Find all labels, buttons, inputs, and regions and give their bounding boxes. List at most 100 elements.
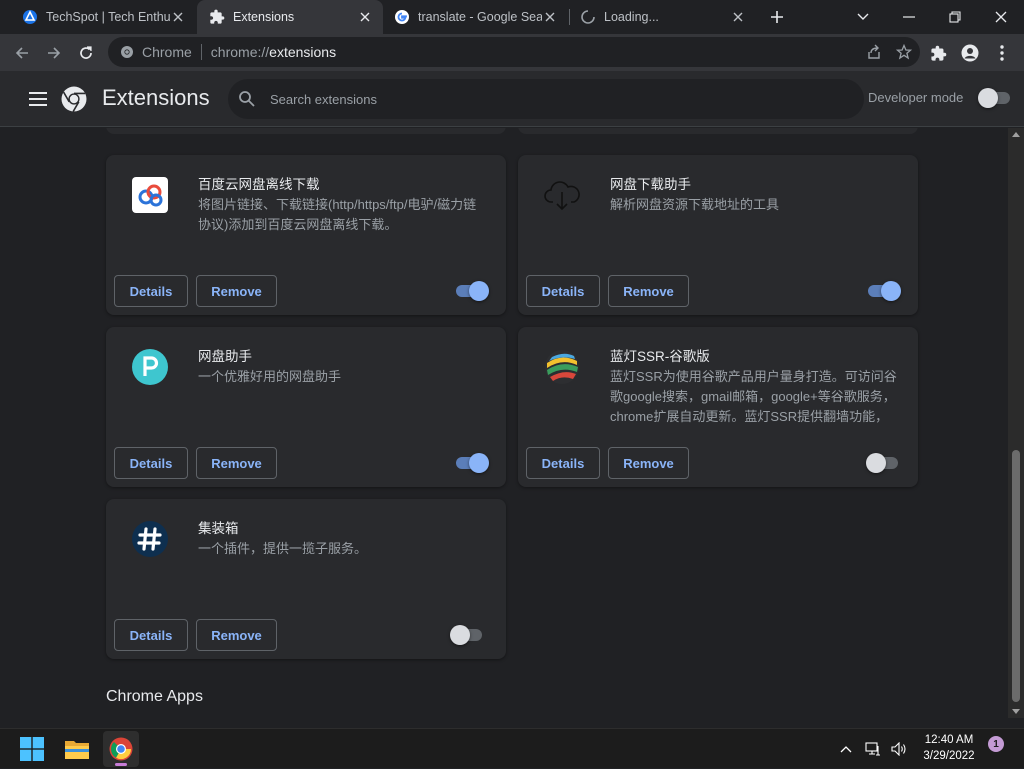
clock-date: 3/29/2022 [923,750,975,762]
google-icon [394,9,410,25]
chrome-menu-button[interactable] [988,39,1016,67]
notification-badge[interactable]: 1 [988,736,1004,752]
extension-description: 将图片链接、下载链接(http/https/ftp/电驴/磁力链协议)添加到百度… [198,197,477,232]
puzzle-icon [209,9,225,25]
share-button[interactable] [866,44,882,60]
page-scrollbar[interactable] [1008,128,1024,718]
extension-description: 一个优雅好用的网盘助手 [198,369,342,384]
speaker-icon [891,742,906,756]
arrow-right-icon [48,47,61,59]
chrome-logo-icon [61,86,87,112]
extension-card: 网盘下载助手 解析网盘资源下载地址的工具 Details Remove [518,155,918,315]
volume-button[interactable] [888,729,910,769]
show-hidden-icons-button[interactable] [836,729,856,769]
extension-card-partial [518,128,918,134]
chrome-taskbar-button[interactable] [103,731,139,767]
chevron-down-icon [857,13,869,20]
file-explorer-button[interactable] [59,731,95,767]
scroll-up-icon[interactable] [1012,132,1020,137]
extension-card-partial [106,128,506,134]
main-menu-button[interactable] [26,87,50,111]
plus-icon [771,11,783,23]
extension-name: 百度云网盘离线下载 [198,177,320,192]
star-icon [896,44,912,60]
close-tab-icon[interactable] [170,9,186,25]
extension-card: 集装箱 一个插件，提供一揽子服务。 Details Remove [106,499,506,659]
search-input[interactable] [270,91,830,107]
tab-loading[interactable]: Loading... [570,0,756,34]
tab-search-button[interactable] [840,0,886,34]
new-tab-button[interactable] [765,5,789,29]
details-button[interactable]: Details [114,275,188,307]
close-window-button[interactable] [978,0,1024,34]
extension-name: 集装箱 [198,521,239,536]
scrollbar-thumb[interactable] [1012,450,1020,702]
developer-mode-toggle[interactable] [978,88,1012,108]
remove-button[interactable]: Remove [196,275,277,307]
details-button[interactable]: Details [114,619,188,651]
restore-button[interactable] [932,0,978,34]
running-indicator [115,763,127,766]
extensions-list: 百度云网盘离线下载 将图片链接、下载链接(http/https/ftp/电驴/磁… [0,128,1008,718]
search-extensions-box[interactable] [228,79,864,119]
site-label: Chrome [142,44,192,60]
arrow-left-icon [15,47,28,59]
reload-icon [80,46,92,59]
close-tab-icon[interactable] [357,9,373,25]
chrome-apps-heading: Chrome Apps [106,688,203,705]
minimize-button[interactable] [886,0,932,34]
tab-title: Extensions [233,10,295,24]
remove-button[interactable]: Remove [608,447,689,479]
clock-time: 12:40 AM [924,734,974,746]
extension-enable-toggle[interactable] [456,453,489,473]
extension-enable-toggle[interactable] [868,281,901,301]
toggle-knob [881,281,901,301]
windows-taskbar: 12:40 AM 3/29/2022 [0,728,1024,768]
extension-name: 网盘助手 [198,349,252,364]
details-button[interactable]: Details [526,275,600,307]
start-button[interactable] [14,731,50,767]
network-button[interactable] [862,729,884,769]
close-icon [995,11,1007,23]
scroll-down-icon[interactable] [1012,709,1020,714]
developer-mode-label: Developer mode [868,90,964,105]
tab-google-search[interactable]: translate - Google Search [384,0,568,34]
page-title: Extensions [102,85,210,110]
extensions-menu-button[interactable] [924,39,952,67]
hamburger-icon [29,92,47,106]
extension-card: 网盘助手 一个优雅好用的网盘助手 Details Remove [106,327,506,487]
details-button[interactable]: Details [114,447,188,479]
tab-strip: TechSpot | Tech Enthusiasts Extensions t… [0,0,1024,34]
remove-button[interactable]: Remove [196,447,277,479]
tab-extensions[interactable]: Extensions [197,0,383,34]
bookmark-button[interactable] [896,44,912,60]
extension-description: 解析网盘资源下载地址的工具 [610,197,780,212]
toggle-knob [469,453,489,473]
chrome-icon [109,737,133,761]
extension-card: 百度云网盘离线下载 将图片链接、下载链接(http/https/ftp/电驴/磁… [106,155,506,315]
extensions-header: Extensions Developer mode [0,71,1024,127]
address-bar[interactable]: Chrome chrome://extensions [108,37,920,67]
system-clock[interactable]: 12:40 AM 3/29/2022 [914,732,984,764]
extension-enable-toggle[interactable] [866,453,900,473]
tab-techspot[interactable]: TechSpot | Tech Enthusiasts [0,0,196,34]
close-tab-icon[interactable] [730,9,746,25]
share-icon [868,44,880,59]
extension-name: 蓝灯SSR-谷歌版 [610,349,710,364]
extension-enable-toggle[interactable] [456,281,489,301]
techspot-icon [22,9,38,25]
chevron-up-icon [840,746,852,753]
profile-button[interactable] [956,39,984,67]
reload-button[interactable] [72,39,100,67]
forward-button[interactable] [40,39,68,67]
windows-logo-icon [20,737,44,761]
extension-name: 网盘下载助手 [610,177,691,192]
extension-enable-toggle[interactable] [450,625,484,645]
close-tab-icon[interactable] [542,9,558,25]
details-button[interactable]: Details [526,447,600,479]
restore-icon [949,11,961,23]
back-button[interactable] [8,39,36,67]
remove-button[interactable]: Remove [196,619,277,651]
remove-button[interactable]: Remove [608,275,689,307]
toggle-knob [469,281,489,301]
